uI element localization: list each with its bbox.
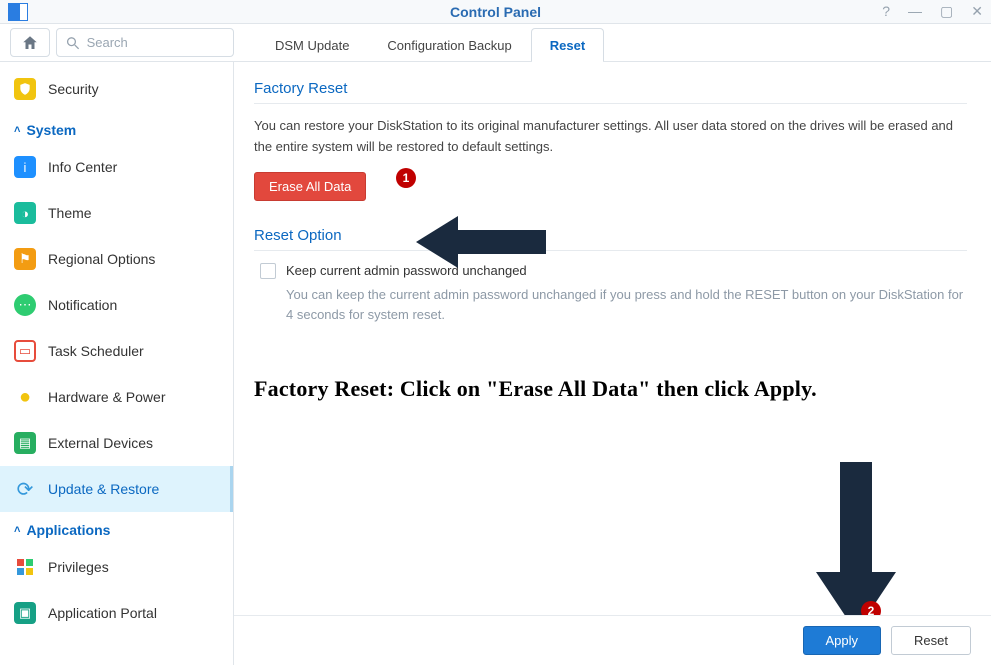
sidebar-header-system[interactable]: ˄ System <box>0 112 233 144</box>
sidebar-item-task-scheduler[interactable]: ▭ Task Scheduler <box>0 328 233 374</box>
tab-strip: DSM Update Configuration Backup Reset <box>256 24 604 61</box>
sidebar-item-info-center[interactable]: i Info Center <box>0 144 233 190</box>
close-icon[interactable]: ✕ <box>971 3 983 20</box>
chat-icon: ⋯ <box>14 294 36 316</box>
sidebar-item-hardware-power[interactable]: ● Hardware & Power <box>0 374 233 420</box>
sidebar-item-label: Notification <box>48 297 117 313</box>
sidebar-item-label: Update & Restore <box>48 481 159 497</box>
minimize-icon[interactable]: — <box>908 3 922 20</box>
home-icon <box>21 34 39 52</box>
shield-icon <box>14 78 36 100</box>
search-icon <box>65 34 81 52</box>
sidebar-item-label: Hardware & Power <box>48 389 166 405</box>
sidebar-item-label: Application Portal <box>48 605 157 621</box>
sidebar-item-notification[interactable]: ⋯ Notification <box>0 282 233 328</box>
keep-password-hint: You can keep the current admin password … <box>286 285 967 327</box>
annotation-arrow-down-icon <box>816 462 896 632</box>
sidebar: Security ˄ System i Info Center ◑ Theme … <box>0 62 234 665</box>
search-field[interactable] <box>56 28 234 57</box>
sidebar-header-label: System <box>26 122 76 138</box>
apply-button[interactable]: Apply <box>803 626 882 655</box>
palette-icon: ◑ <box>14 202 36 224</box>
app-logo-icon <box>8 3 28 21</box>
maximize-icon[interactable]: ▢ <box>940 3 953 20</box>
factory-reset-heading: Factory Reset <box>254 80 967 104</box>
refresh-icon: ⟳ <box>14 478 36 500</box>
flag-icon: ⚑ <box>14 248 36 270</box>
calendar-icon: ▭ <box>14 340 36 362</box>
sidebar-item-regional[interactable]: ⚑ Regional Options <box>0 236 233 282</box>
top-row: DSM Update Configuration Backup Reset <box>0 24 991 62</box>
keep-password-label: Keep current admin password unchanged <box>286 263 527 278</box>
title-bar: Control Panel ? — ▢ ✕ <box>0 0 991 24</box>
home-button[interactable] <box>10 28 50 57</box>
sidebar-item-update-restore[interactable]: ⟳ Update & Restore <box>0 466 233 512</box>
erase-all-data-button[interactable]: Erase All Data <box>254 172 366 201</box>
sidebar-item-theme[interactable]: ◑ Theme <box>0 190 233 236</box>
reset-option-heading: Reset Option <box>254 227 967 251</box>
sidebar-item-label: Task Scheduler <box>48 343 144 359</box>
grid-icon <box>14 556 36 578</box>
keep-password-checkbox[interactable] <box>260 263 276 279</box>
tab-dsm-update[interactable]: DSM Update <box>256 28 368 61</box>
portal-icon: ▣ <box>14 602 36 624</box>
factory-reset-description: You can restore your DiskStation to its … <box>254 116 967 158</box>
sidebar-item-external-devices[interactable]: ▤ External Devices <box>0 420 233 466</box>
drive-icon: ▤ <box>14 432 36 454</box>
sidebar-item-security[interactable]: Security <box>0 66 233 112</box>
sidebar-item-label: Info Center <box>48 159 117 175</box>
sidebar-item-label: Security <box>48 81 99 97</box>
info-icon: i <box>14 156 36 178</box>
sidebar-header-applications[interactable]: ˄ Applications <box>0 512 233 544</box>
sidebar-item-privileges[interactable]: Privileges <box>0 544 233 590</box>
tab-config-backup[interactable]: Configuration Backup <box>368 28 530 61</box>
main-content: Factory Reset You can restore your DiskS… <box>234 62 991 665</box>
bulb-icon: ● <box>14 386 36 408</box>
footer-bar: Apply Reset <box>234 615 991 665</box>
sidebar-header-label: Applications <box>26 522 110 538</box>
annotation-instruction: Factory Reset: Click on "Erase All Data"… <box>254 374 967 404</box>
sidebar-item-label: Privileges <box>48 559 109 575</box>
sidebar-item-app-portal[interactable]: ▣ Application Portal <box>0 590 233 636</box>
tab-reset[interactable]: Reset <box>531 28 604 61</box>
reset-button[interactable]: Reset <box>891 626 971 655</box>
chevron-up-icon: ˄ <box>14 524 20 536</box>
annotation-badge-1: 1 <box>396 168 416 188</box>
sidebar-item-label: Regional Options <box>48 251 155 267</box>
chevron-up-icon: ˄ <box>14 124 20 136</box>
search-input[interactable] <box>87 35 225 50</box>
window-title: Control Panel <box>0 4 991 20</box>
sidebar-item-label: External Devices <box>48 435 153 451</box>
sidebar-item-label: Theme <box>48 205 92 221</box>
help-icon[interactable]: ? <box>882 3 890 20</box>
